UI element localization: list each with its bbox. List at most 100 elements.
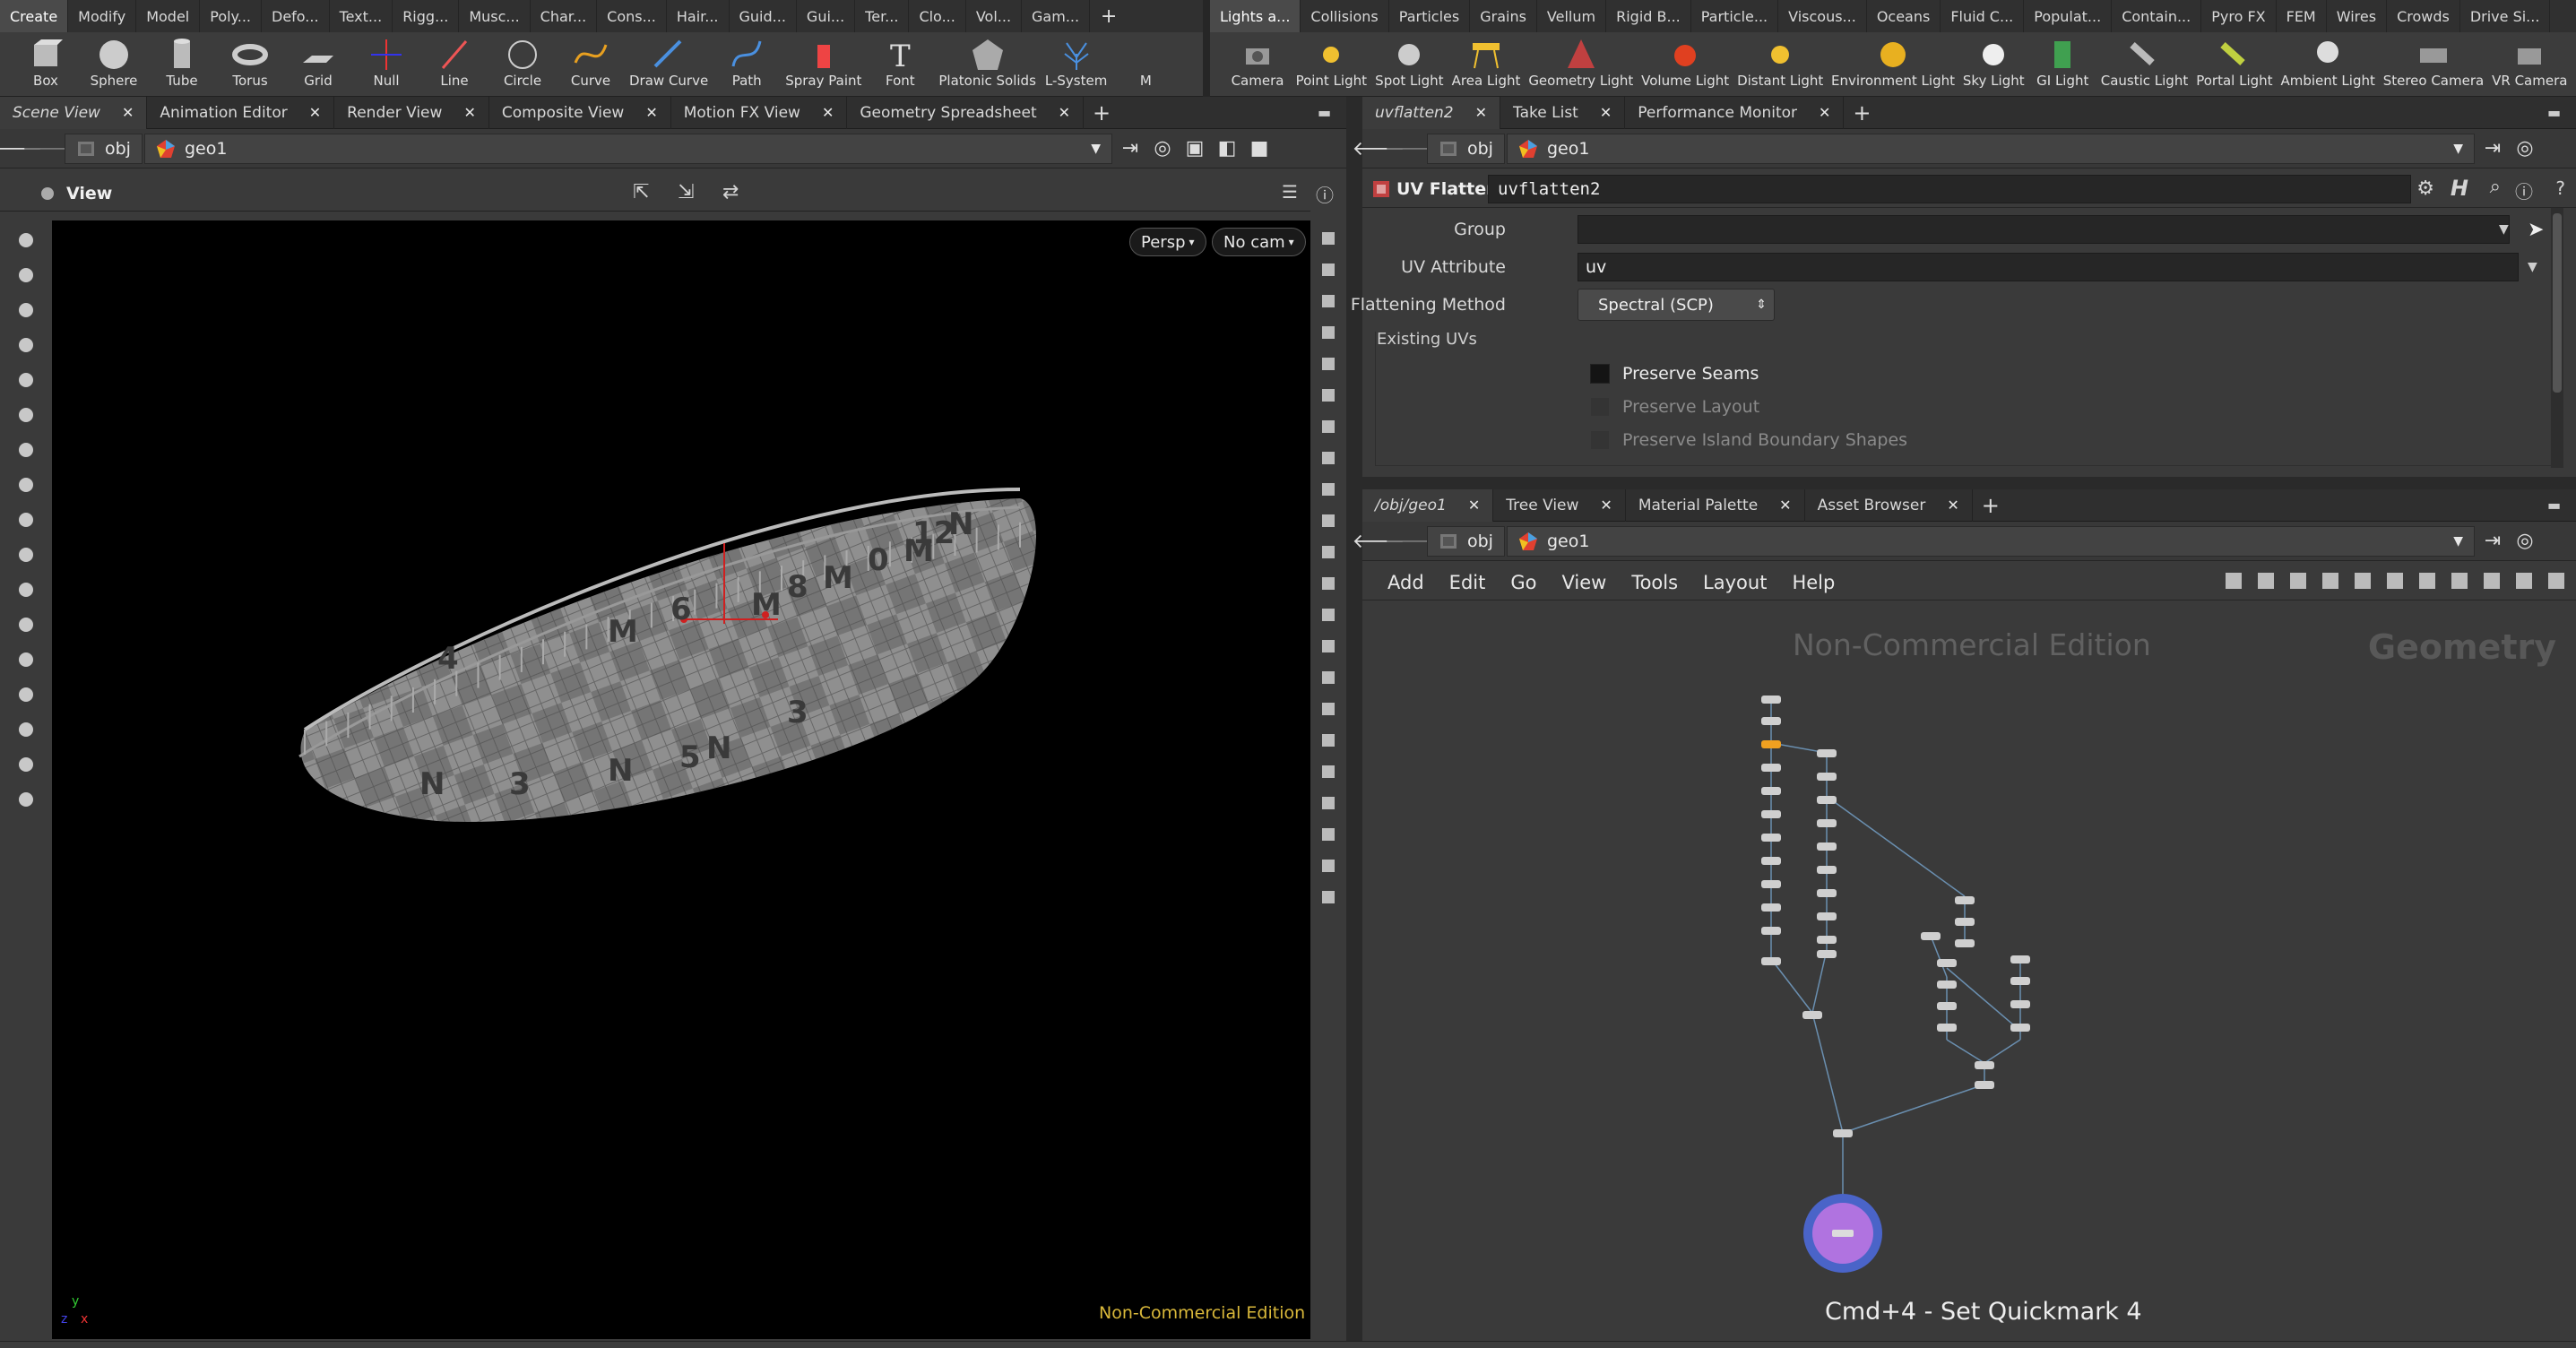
geo-icon[interactable]: [1313, 445, 1344, 471]
tool-environment-light[interactable]: Environment Light: [1831, 32, 1955, 89]
network-node[interactable]: [1833, 1129, 1853, 1137]
network-node[interactable]: [1761, 903, 1781, 912]
add-tab-button[interactable]: +: [1084, 100, 1119, 125]
chevron-down-icon[interactable]: ▼: [2453, 142, 2463, 156]
network-node[interactable]: [1761, 787, 1781, 795]
tool-sky-light[interactable]: Sky Light: [1963, 32, 2025, 89]
pane-splitter[interactable]: [1346, 97, 1362, 1348]
tool-volume-light[interactable]: Volume Light: [1641, 32, 1729, 89]
number-2-icon[interactable]: [1313, 664, 1344, 691]
network-node[interactable]: [1817, 936, 1837, 944]
persp-menu-button[interactable]: Persp ▾: [1129, 228, 1206, 256]
network-node[interactable]: [1817, 950, 1837, 958]
tool-spot-light[interactable]: Spot Light: [1375, 32, 1443, 89]
shelf-left-tab[interactable]: Vol...: [966, 0, 1023, 32]
tool-tube[interactable]: Tube: [152, 32, 212, 89]
tool-draw-curve[interactable]: Draw Curve: [629, 32, 708, 89]
shelf-left-tab[interactable]: Gui...: [797, 0, 856, 32]
question-icon[interactable]: ?: [2555, 177, 2565, 199]
tool-path[interactable]: Path: [717, 32, 776, 89]
help-h-icon[interactable]: H: [2451, 176, 2468, 201]
shelf-left-tab[interactable]: Gam...: [1022, 0, 1091, 32]
shelf-left-tab[interactable]: Poly...: [200, 0, 262, 32]
tool-null[interactable]: Null: [357, 32, 416, 89]
breadcrumb-geo1[interactable]: geo1 ▼: [1506, 525, 2475, 557]
shelf-right-tab[interactable]: Grains: [1470, 0, 1537, 32]
edge-icon[interactable]: [1313, 758, 1344, 785]
tool-point-light[interactable]: Point Light: [1296, 32, 1367, 89]
grid-icon[interactable]: [2320, 570, 2341, 595]
breadcrumb-geo1[interactable]: geo1 ▼: [143, 133, 1112, 164]
forward-arrow-icon[interactable]: 🡒: [1385, 129, 1438, 168]
toggle-icon[interactable]: ◧: [1211, 129, 1243, 168]
network-box-icon[interactable]: [2384, 570, 2406, 595]
secure-selection-icon[interactable]: ⇄: [722, 181, 739, 203]
shelf-left-tab[interactable]: Guid...: [730, 0, 797, 32]
shelf-right-tab[interactable]: Crowds: [2387, 0, 2460, 32]
horizontal-splitter[interactable]: [1362, 477, 2576, 489]
close-icon[interactable]: ✕: [1947, 497, 1958, 514]
close-icon[interactable]: ✕: [1468, 497, 1480, 514]
shelf-right-tab[interactable]: Lights a...: [1210, 0, 1301, 32]
tab-scene-view[interactable]: Scene View ✕: [0, 96, 148, 129]
tab-composite-view[interactable]: Composite View ✕: [489, 96, 671, 129]
menu-add[interactable]: Add: [1387, 572, 1424, 593]
preserve-layout-row[interactable]: Preserve Layout: [1590, 393, 1759, 420]
network-node[interactable]: [1975, 1061, 1994, 1069]
camera-icon[interactable]: [11, 714, 41, 745]
uv-attribute-field[interactable]: uv: [1578, 253, 2519, 281]
table-icon[interactable]: [2352, 570, 2373, 595]
preserve-layout-checkbox[interactable]: [1590, 397, 1610, 417]
network-node[interactable]: [1761, 857, 1781, 865]
shelf-left-tab[interactable]: Char...: [531, 0, 598, 32]
chevron-down-icon[interactable]: ▼: [2499, 222, 2509, 237]
timeline-ruler[interactable]: [0, 1341, 2576, 1348]
transform-icon[interactable]: [11, 540, 41, 570]
tab-uvflatten2[interactable]: uvflatten2 ✕: [1362, 96, 1501, 129]
display-icon[interactable]: [1313, 225, 1344, 252]
shelf-right-tab[interactable]: Drive Si...: [2460, 0, 2551, 32]
render-region-icon[interactable]: [1313, 476, 1344, 503]
close-icon[interactable]: ✕: [1600, 104, 1612, 121]
3d-viewport[interactable]: N 3 N 5 N 3 4 M 6 M 8 M 0 M 12 N y x z: [52, 220, 1310, 1339]
link-icon[interactable]: ◎: [2509, 522, 2541, 561]
network-node[interactable]: [1937, 1002, 1957, 1010]
shelf-left-tab[interactable]: Clo...: [909, 0, 966, 32]
shelf-left-tab[interactable]: Ter...: [855, 0, 910, 32]
network-canvas[interactable]: Non-Commercial Edition Geometry Cmd+4 - …: [1362, 601, 2576, 1348]
close-icon[interactable]: ✕: [1059, 104, 1070, 121]
network-node[interactable]: [1761, 880, 1781, 888]
list-icon[interactable]: [2287, 570, 2309, 595]
group-field[interactable]: [1578, 215, 2510, 244]
magnet-icon[interactable]: [11, 470, 41, 500]
network-node[interactable]: [1761, 834, 1781, 842]
tool-font[interactable]: T Font: [870, 32, 929, 89]
tool-sphere[interactable]: Sphere: [84, 32, 143, 89]
network-node[interactable]: [1817, 749, 1837, 757]
tab-motion-fx-view[interactable]: Motion FX View ✕: [671, 96, 848, 129]
select-mode-icon[interactable]: ⇱: [633, 181, 649, 203]
tool-platonic-solids[interactable]: Platonic Solids: [938, 32, 1036, 89]
network-node[interactable]: [1937, 1024, 1957, 1032]
tool-box[interactable]: Box: [16, 32, 75, 89]
brush-icon[interactable]: [11, 435, 41, 465]
close-icon[interactable]: ✕: [645, 104, 657, 121]
breadcrumb-geo1[interactable]: geo1 ▼: [1506, 133, 2475, 164]
tool-ambient-light[interactable]: Ambient Light: [2280, 32, 2375, 89]
maximize-icon[interactable]: ■: [1243, 129, 1275, 168]
tool-m[interactable]: M: [1116, 32, 1175, 89]
close-icon[interactable]: ✕: [1475, 104, 1487, 121]
network-node[interactable]: [1817, 842, 1837, 851]
chevron-down-icon[interactable]: ▼: [2528, 260, 2537, 274]
globe-icon[interactable]: [11, 749, 41, 780]
network-node[interactable]: [2010, 977, 2030, 985]
network-node[interactable]: [1817, 773, 1837, 781]
network-node[interactable]: [1817, 912, 1837, 920]
node-name-field[interactable]: uvflatten2: [1488, 175, 2411, 203]
network-node[interactable]: [2010, 955, 2030, 963]
background-icon[interactable]: [1313, 852, 1344, 879]
flattening-method-menu[interactable]: Spectral (SCP) ⇕: [1578, 289, 1775, 321]
add-shelf-button[interactable]: +: [1090, 0, 1128, 32]
forward-arrow-icon[interactable]: 🡒: [1385, 522, 1438, 561]
add-tab-button[interactable]: +: [1844, 100, 1880, 125]
